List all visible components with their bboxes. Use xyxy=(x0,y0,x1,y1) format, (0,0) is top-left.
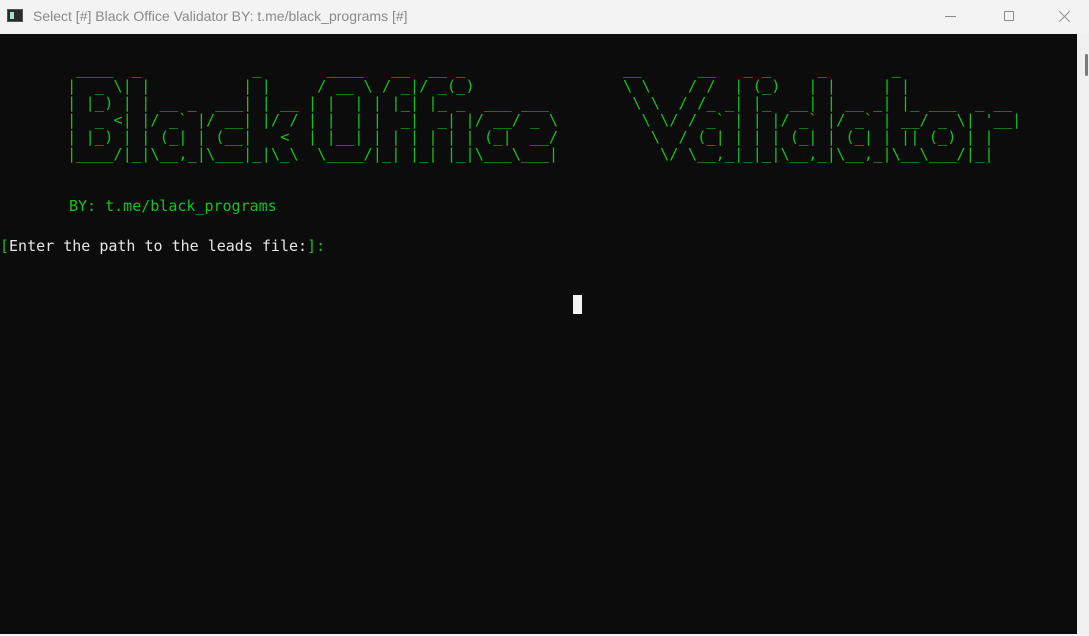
close-button[interactable] xyxy=(1039,0,1089,32)
prompt-close-bracket: ]: xyxy=(307,237,326,255)
author-line: BY: t.me/black_programs xyxy=(69,197,277,215)
maximize-button[interactable] xyxy=(980,0,1038,32)
console-output[interactable]: ____ _ _ ____ __ __ _ __ __ _ _ _ _ | _ … xyxy=(0,34,1077,634)
console-window: Select [#] Black Office Validator BY: t.… xyxy=(0,0,1089,636)
window-title: Select [#] Black Office Validator BY: t.… xyxy=(33,8,408,24)
prompt-text: Enter the path to the leads file: xyxy=(9,237,308,255)
text-cursor xyxy=(573,295,582,314)
maximize-icon xyxy=(1004,11,1014,21)
terminal-icon xyxy=(7,9,23,22)
prompt-open-bracket: [ xyxy=(0,237,10,255)
minimize-button[interactable] xyxy=(921,0,979,32)
vertical-scrollbar[interactable] xyxy=(1077,34,1089,634)
input-prompt: [Enter the path to the leads file:]: xyxy=(0,237,325,255)
scrollbar-thumb[interactable] xyxy=(1085,54,1088,76)
minimize-icon xyxy=(944,15,956,17)
title-bar[interactable]: Select [#] Black Office Validator BY: t.… xyxy=(0,0,1089,34)
ascii-banner: ____ _ _ ____ __ __ _ __ __ _ _ _ _ | _ … xyxy=(67,60,1022,163)
close-icon xyxy=(1058,10,1071,23)
